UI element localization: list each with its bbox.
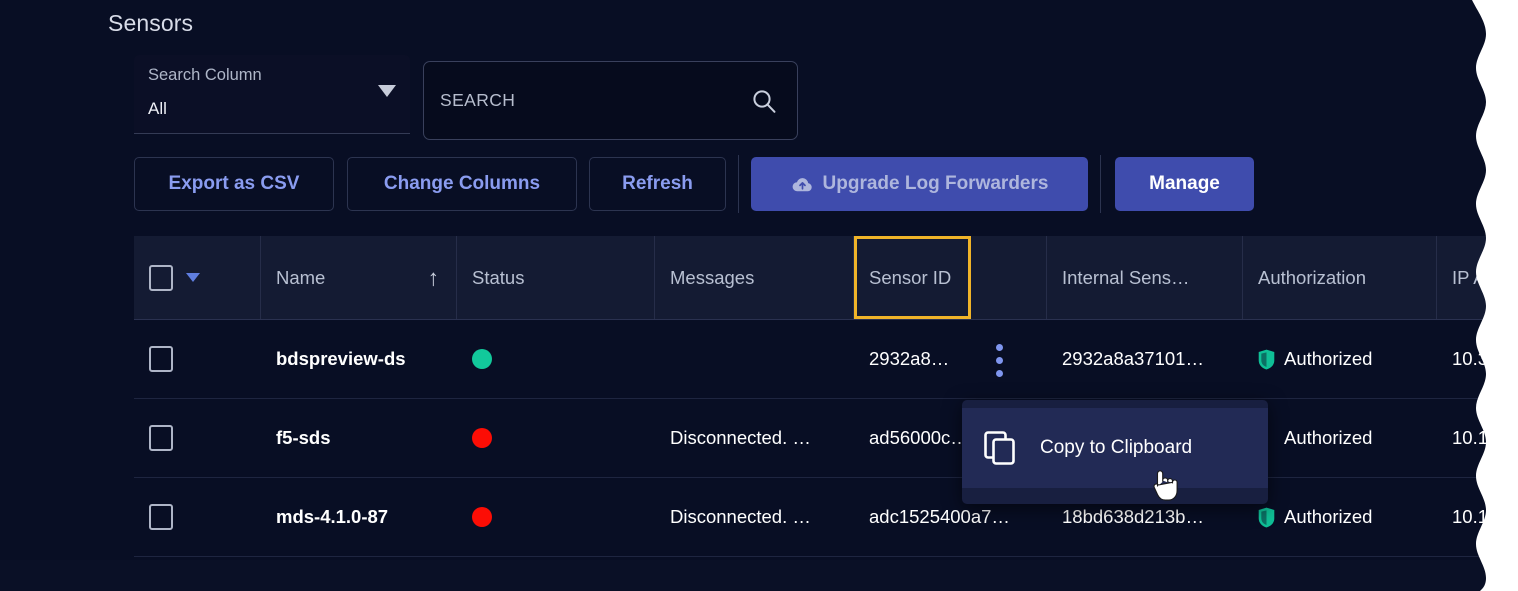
table-header-sensor-id-label: Sensor ID — [869, 266, 952, 288]
sort-ascending-arrow-icon[interactable]: ↑ — [428, 266, 440, 289]
search-placeholder: SEARCH — [440, 90, 516, 110]
row-select-cell[interactable] — [134, 399, 261, 477]
row-checkbox[interactable] — [149, 346, 173, 372]
table-header-authorization-label: Authorization — [1258, 266, 1366, 288]
row-messages: Disconnected. … — [670, 427, 811, 448]
table-header-name[interactable]: Name ↑ — [261, 236, 457, 319]
status-dot-offline-icon — [472, 507, 492, 527]
table-header-internal-sensor-id-label: Internal Sens… — [1062, 266, 1190, 288]
sensor-id-context-menu: Copy to Clipboard — [962, 400, 1268, 504]
chevron-down-icon[interactable] — [186, 273, 200, 282]
row-name: mds-4.1.0-87 — [276, 506, 389, 527]
status-dot-offline-icon — [472, 428, 492, 448]
manage-button[interactable]: Manage — [1115, 157, 1254, 211]
row-sensor-id: 2932a8… — [869, 348, 950, 369]
shield-icon — [1258, 349, 1275, 369]
table-row[interactable]: f5-sds Disconnected. … ad56000c… Authori… — [134, 399, 1518, 478]
shield-icon — [1258, 507, 1275, 527]
row-authorization-cell: Authorized — [1243, 478, 1437, 556]
table-header-name-label: Name — [276, 266, 326, 288]
sensors-page: Sensors Search Column All SEARCH Export … — [0, 0, 1518, 591]
kebab-menu-icon[interactable] — [985, 340, 1013, 380]
row-checkbox[interactable] — [149, 504, 173, 530]
table-row[interactable]: bdspreview-ds 2932a8… 2932a8a37101… Auth… — [134, 320, 1518, 399]
table-header-status-label: Status — [472, 266, 525, 288]
toolbar-divider-left — [738, 155, 739, 213]
search-column-select[interactable]: Search Column All — [134, 55, 410, 134]
table-header-row: Name ↑ Status Messages Sensor ID Interna… — [134, 236, 1518, 320]
row-authorization-label: Authorized — [1284, 427, 1373, 448]
row-sensor-id-menu-cell[interactable] — [971, 320, 1047, 398]
row-authorization-label: Authorized — [1284, 506, 1373, 527]
table-header-status[interactable]: Status — [457, 236, 655, 319]
table-header-select[interactable] — [134, 236, 261, 319]
toolbar-divider-right — [1100, 155, 1101, 213]
page-title: Sensors — [108, 10, 194, 36]
refresh-button[interactable]: Refresh — [589, 157, 726, 211]
export-as-csv-button[interactable]: Export as CSV — [134, 157, 334, 211]
chevron-down-icon[interactable] — [378, 85, 396, 97]
manage-label: Manage — [1149, 173, 1220, 194]
table-header-internal-sensor-id[interactable]: Internal Sens… — [1047, 236, 1243, 319]
row-name: f5-sds — [276, 427, 331, 448]
table-header-messages[interactable]: Messages — [655, 236, 854, 319]
table-header-messages-label: Messages — [670, 266, 755, 288]
row-select-cell[interactable] — [134, 320, 261, 398]
copy-to-clipboard-label: Copy to Clipboard — [1040, 437, 1193, 458]
row-internal-sensor-id: 2932a8a37101… — [1062, 348, 1204, 369]
sensors-table: Name ↑ Status Messages Sensor ID Interna… — [134, 236, 1518, 557]
change-columns-button[interactable]: Change Columns — [347, 157, 577, 211]
table-header-sensor-id[interactable]: Sensor ID — [854, 236, 971, 319]
row-authorization-label: Authorized — [1284, 348, 1373, 369]
row-messages — [655, 320, 854, 398]
row-checkbox[interactable] — [149, 425, 173, 451]
row-select-cell[interactable] — [134, 478, 261, 556]
upgrade-log-forwarders-label: Upgrade Log Forwarders — [822, 173, 1049, 194]
row-name: bdspreview-ds — [276, 348, 406, 369]
table-header-authorization[interactable]: Authorization — [1243, 236, 1437, 319]
search-column-value: All — [148, 99, 167, 118]
row-authorization-cell: Authorized — [1243, 399, 1437, 477]
copy-to-clipboard-menu-item[interactable]: Copy to Clipboard — [962, 408, 1268, 488]
row-sensor-id: ad56000c… — [869, 427, 969, 448]
panel-footer-band — [0, 560, 1518, 591]
copy-icon — [984, 431, 1015, 465]
table-header-sensor-id-spacer — [971, 236, 1047, 319]
torn-paper-edge — [1472, 0, 1518, 591]
upgrade-log-forwarders-button[interactable]: Upgrade Log Forwarders — [751, 157, 1088, 211]
row-status-cell — [457, 399, 655, 477]
table-row[interactable]: mds-4.1.0-87 Disconnected. … adc1525400a… — [134, 478, 1518, 557]
row-messages: Disconnected. … — [670, 506, 811, 527]
row-status-cell — [457, 478, 655, 556]
search-column-label: Search Column — [148, 66, 262, 84]
row-status-cell — [457, 320, 655, 398]
status-dot-online-icon — [472, 349, 492, 369]
select-all-checkbox[interactable] — [149, 264, 173, 291]
search-icon[interactable] — [751, 88, 777, 114]
search-input[interactable]: SEARCH — [423, 61, 798, 140]
cloud-upload-icon — [792, 177, 812, 191]
row-authorization-cell: Authorized — [1243, 320, 1437, 398]
